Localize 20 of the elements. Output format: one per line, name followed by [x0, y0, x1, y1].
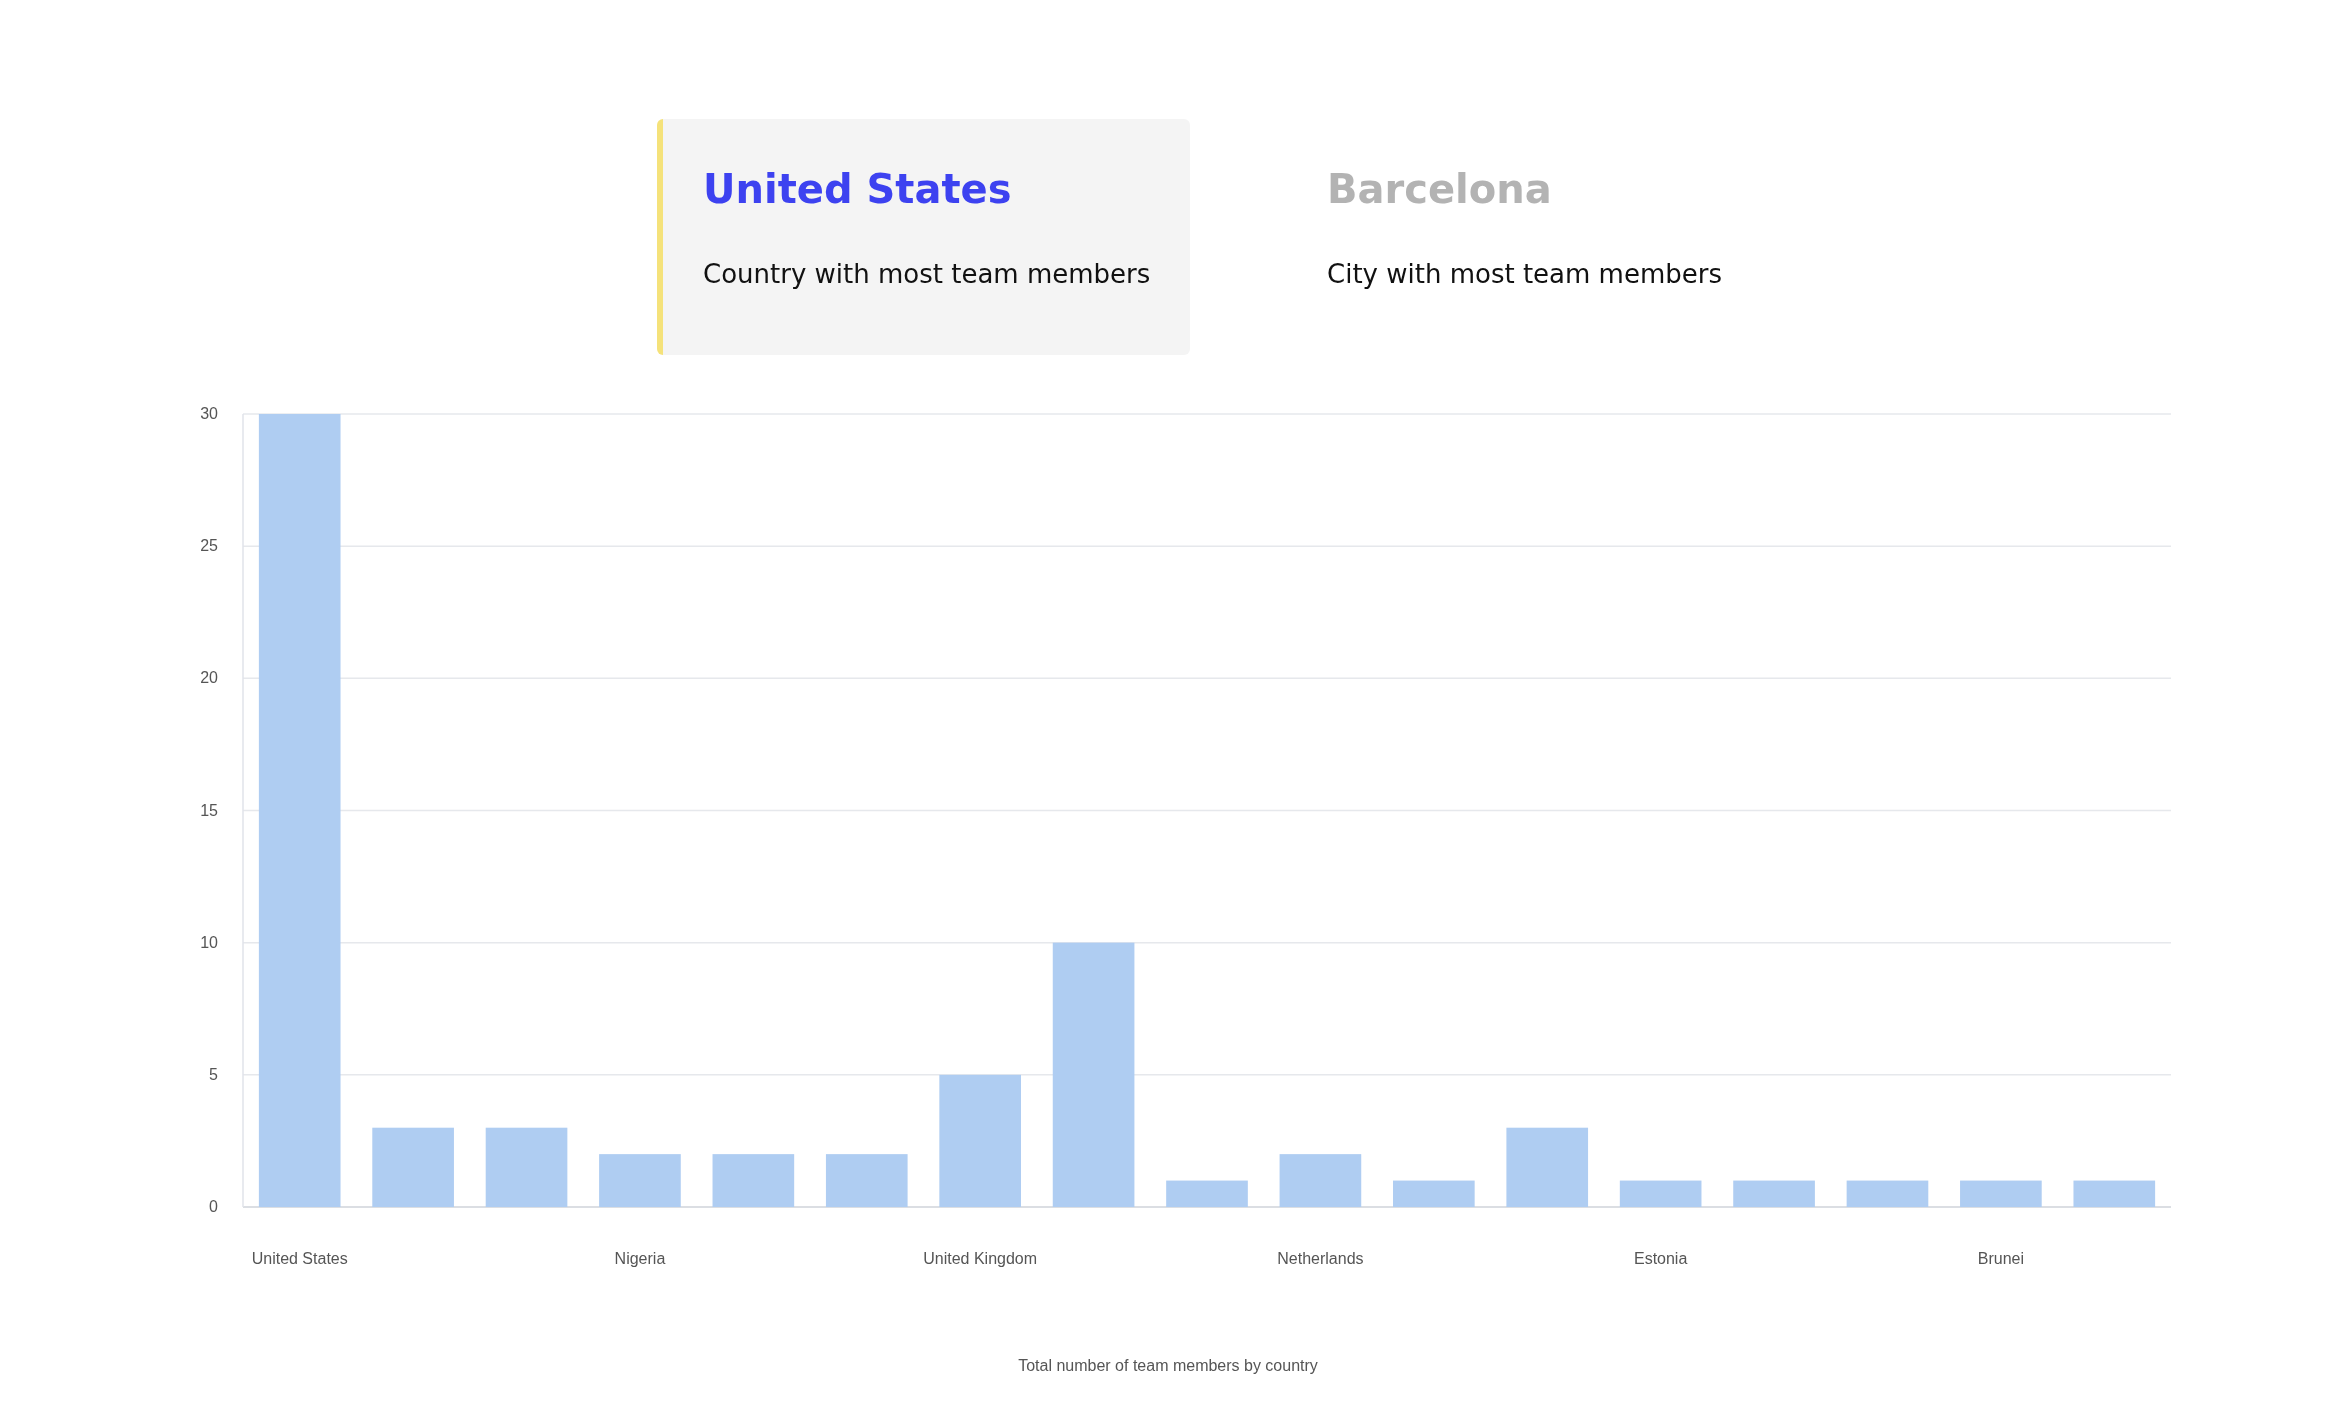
y-tick-label: 10	[200, 933, 218, 951]
stat-value: Barcelona	[1327, 167, 1553, 211]
y-tick-label: 30	[200, 405, 218, 422]
x-axis-label: United States	[251, 1250, 348, 1267]
y-tick-label: 20	[200, 669, 218, 687]
y-tick-label: 15	[200, 801, 218, 819]
y-tick-label: 0	[209, 1198, 218, 1215]
x-axis-label: United Kingdom	[923, 1250, 1038, 1267]
stat-label: Country with most team members	[703, 258, 1150, 291]
stat-card[interactable]: United States Country with most team members	[657, 119, 1190, 355]
x-axis-label: Brunei	[1977, 1250, 2024, 1267]
stat-card[interactable]: Barcelona City with most team members	[1281, 119, 1814, 355]
x-axis-label: Nigeria	[614, 1250, 666, 1267]
x-axis-label: Estonia	[1633, 1250, 1688, 1267]
x-axis-label: Netherlands	[1277, 1250, 1364, 1267]
y-tick-label: 5	[209, 1065, 218, 1083]
chart-caption: Total number of team members by country	[1017, 1356, 1319, 1376]
stat-value: United States	[703, 167, 1013, 211]
stat-label: City with most team members	[1327, 258, 1723, 291]
y-tick-label: 25	[200, 537, 218, 555]
